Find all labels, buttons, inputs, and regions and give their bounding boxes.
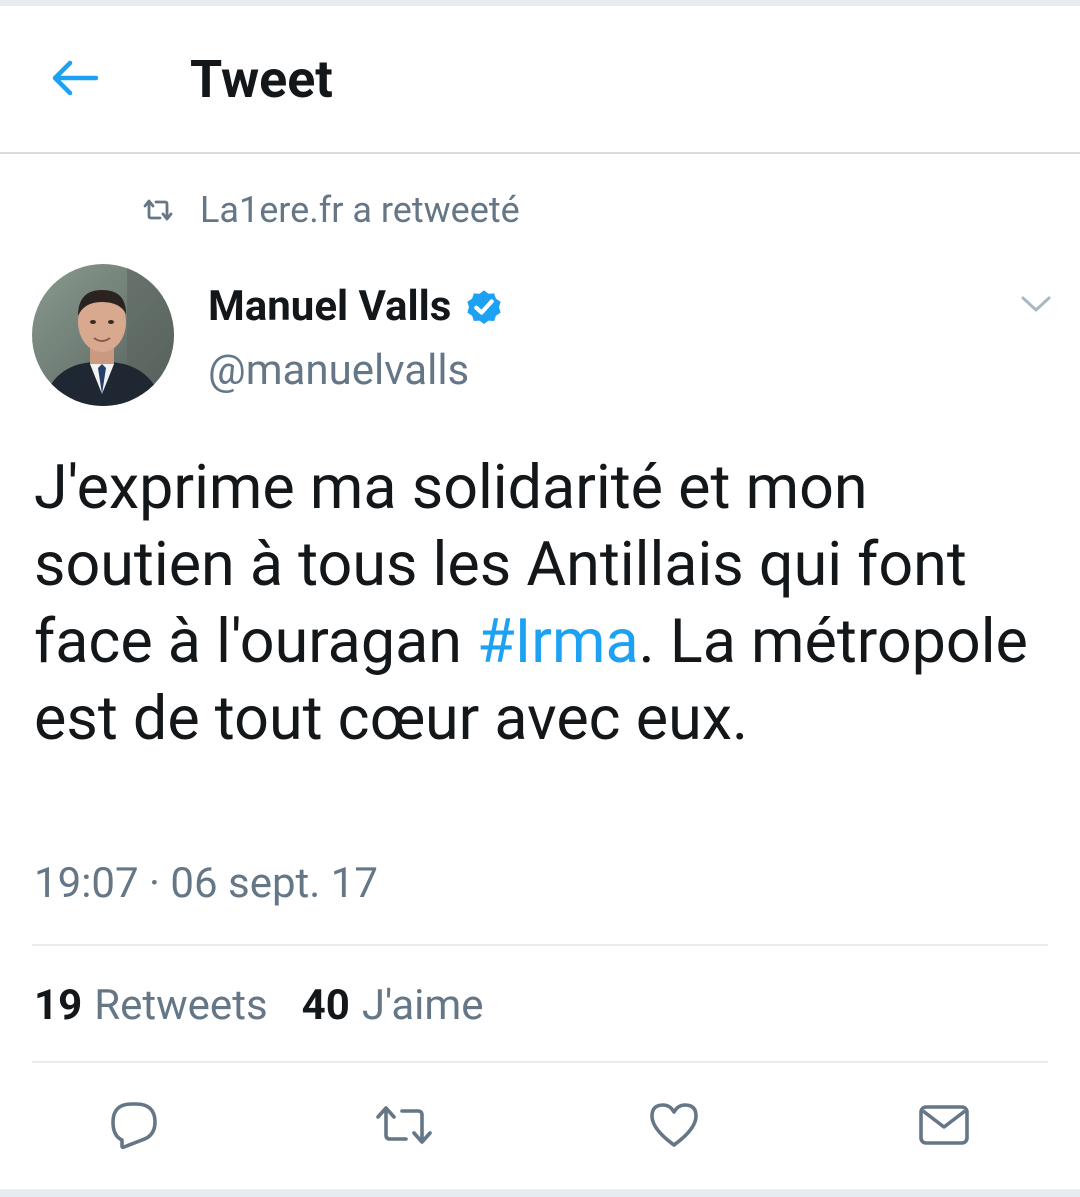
arrow-left-icon	[50, 60, 99, 100]
bottom-strip	[0, 1189, 1080, 1197]
author-handle[interactable]: @manuelvalls	[208, 346, 469, 396]
divider	[32, 944, 1048, 946]
reply-icon	[108, 1100, 160, 1154]
like-button[interactable]	[639, 1092, 709, 1162]
retweet-icon	[140, 192, 176, 228]
tweet-detail: La1ere.fr a retweeté Manuel Valls @manue…	[0, 154, 1080, 1189]
likes-stat[interactable]: 40 J'aime	[302, 980, 484, 1032]
retweets-stat[interactable]: 19 Retweets	[34, 980, 268, 1032]
divider	[32, 1061, 1048, 1063]
back-button[interactable]	[44, 56, 104, 104]
top-app-bar: Tweet	[0, 6, 1080, 154]
retweet-context-label: La1ere.fr a retweeté	[200, 189, 520, 231]
reply-button[interactable]	[99, 1092, 169, 1162]
verified-badge-icon	[463, 286, 505, 328]
author-display-name: Manuel Valls	[208, 282, 452, 331]
chevron-down-icon	[1020, 294, 1052, 318]
likes-label: J'aime	[361, 981, 484, 1030]
retweet-context[interactable]: La1ere.fr a retweeté	[140, 188, 520, 232]
tweet-menu-button[interactable]	[1010, 284, 1062, 328]
author-name[interactable]: Manuel Valls	[208, 282, 505, 332]
tweet-actions	[0, 1092, 1080, 1162]
retweets-label: Retweets	[94, 981, 268, 1030]
heart-icon	[648, 1101, 700, 1153]
tweet-timestamp: 19:07 · 06 sept. 17	[34, 859, 378, 908]
likes-count: 40	[301, 981, 350, 1030]
page-title: Tweet	[190, 49, 333, 110]
retweet-icon	[374, 1103, 434, 1151]
envelope-icon	[918, 1103, 970, 1151]
hashtag-link[interactable]: #Irma	[477, 605, 639, 677]
retweets-count: 19	[34, 981, 83, 1030]
tweet-text: J'exprime ma solidarité et mon soutien à…	[34, 449, 1044, 757]
tweet-stats: 19 Retweets 40 J'aime	[34, 980, 517, 1032]
avatar[interactable]	[32, 264, 174, 406]
share-button[interactable]	[909, 1092, 979, 1162]
retweet-button[interactable]	[369, 1092, 439, 1162]
